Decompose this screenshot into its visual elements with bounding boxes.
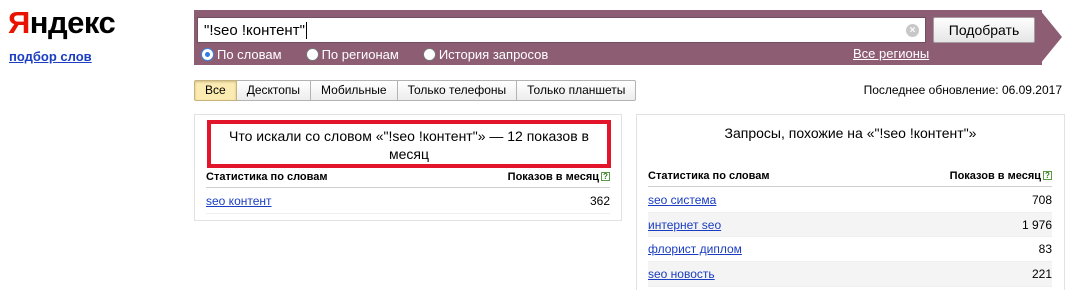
keyword-link[interactable]: seo контент [206,194,272,208]
table-row: интернет seo 1 976 [648,212,1052,238]
radio-dot-icon [305,47,319,61]
impressions-count: 83 [1038,242,1052,257]
table-header: Статистика по словам Показов в месяц? [648,169,1052,187]
radio-label: По словам [217,46,282,62]
tab-all[interactable]: Все [194,80,237,101]
table-row: seo система 708 [648,188,1052,213]
impressions-count: 1 976 [1021,217,1052,232]
radio-query-history[interactable]: История запросов [422,46,549,62]
table-row: seo контент 362 [206,189,610,214]
device-tabs: Все Десктопы Мобильные Только телефоны Т… [194,80,637,101]
clear-input-icon[interactable]: × [906,24,919,37]
keyword-link[interactable]: seo система [648,193,716,207]
keyword-link[interactable]: флорист диплом [648,242,742,256]
column-keyword-header: Статистика по словам [206,171,328,183]
radio-label: История запросов [438,46,549,62]
words-stats-panel: Что искали со словом «"!seo !контент"» —… [194,114,622,221]
search-band-arrow [1040,10,1062,64]
submit-button[interactable]: Подобрать [933,17,1035,43]
table-row: флорист диплом 83 [648,237,1052,263]
impressions-count: 221 [1031,266,1052,281]
panel-title: Запросы, похожие на «"!seo !контент"» [724,125,977,141]
radio-by-words[interactable]: По словам [201,47,282,62]
keyword-link[interactable]: seo новость [648,267,715,281]
logo-first-letter: Я [8,5,30,40]
service-link-wordstat[interactable]: подбор слов [9,49,92,65]
keyword-link[interactable]: интернет seo [648,218,721,232]
similar-queries-panel: Запросы, похожие на «"!seo !контент"» Ст… [636,114,1065,290]
table-header: Статистика по словам Показов в месяц? [206,170,610,188]
help-icon[interactable]: ? [1043,171,1052,180]
table-rows: seo система 708 интернет seo 1 976 флори… [648,188,1052,287]
column-count-header: Показов в месяц? [950,169,1052,183]
help-icon[interactable]: ? [601,172,610,181]
table-rows: seo контент 362 [206,189,610,214]
table-row: seo новость 221 [648,262,1052,287]
yandex-logo[interactable]: Яндекс [8,4,116,42]
text-caret [305,22,307,39]
search-mode-radios: По словам По регионам История запросов [201,46,572,62]
radio-dot-icon [422,47,436,61]
panel-title-highlighted: Что искали со словом «"!seo !контент"» —… [207,120,611,168]
column-count-header: Показов в месяц? [508,170,610,184]
all-regions-link[interactable]: Все регионы [853,46,929,62]
radio-dot-icon [201,47,214,61]
radio-by-regions[interactable]: По регионам [305,46,399,62]
tab-phones-only[interactable]: Только телефоны [397,80,518,101]
tab-desktops[interactable]: Десктопы [236,80,312,101]
tab-mobile[interactable]: Мобильные [311,80,398,101]
impressions-count: 708 [1031,192,1052,207]
column-keyword-header: Статистика по словам [648,170,770,182]
radio-label: По регионам [321,46,399,62]
last-updated-text: Последнее обновление: 06.09.2017 [863,83,1062,97]
impressions-count: 362 [589,193,610,208]
logo-rest: ндекс [29,5,116,40]
search-input-value: "!seo !контент" [204,22,307,39]
search-input[interactable]: "!seo !контент" × [197,17,926,43]
tab-tablets-only[interactable]: Только планшеты [517,80,637,101]
